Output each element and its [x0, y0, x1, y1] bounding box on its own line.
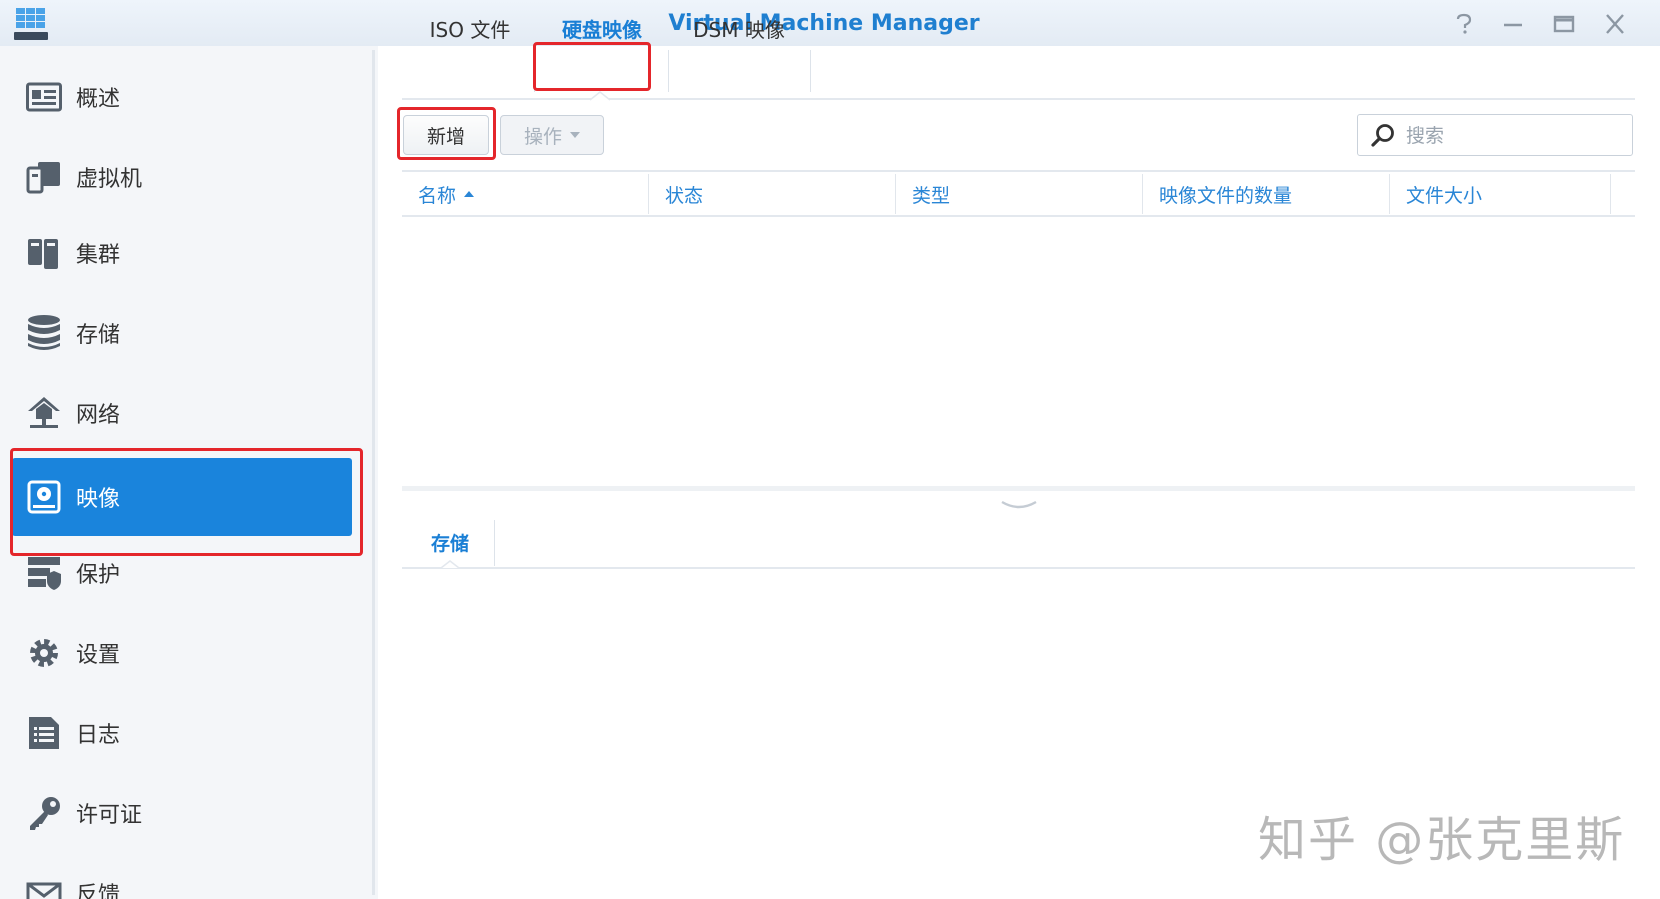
panel-splitter[interactable] [402, 486, 1635, 491]
sidebar-item-cluster[interactable]: 集群 [12, 214, 352, 292]
sidebar-item-virtual-machine[interactable]: 虚拟机 [12, 138, 352, 216]
sidebar-item-label: 日志 [76, 723, 121, 748]
tab-dsm-image[interactable]: DSM 映像 [680, 8, 798, 48]
minimize-icon[interactable] [1500, 12, 1526, 36]
virtual-machine-icon [24, 157, 64, 197]
tab-divider [668, 50, 669, 92]
tab-underline [402, 98, 1635, 100]
sidebar-item-label: 反馈 [76, 883, 121, 899]
search-icon [1371, 124, 1394, 147]
sidebar-item-label: 存储 [76, 323, 121, 348]
tab-disk-image[interactable]: 硬盘映像 [546, 8, 658, 48]
sidebar-item-image[interactable]: 映像 [12, 458, 352, 536]
sidebar-item-log[interactable]: 日志 [12, 694, 352, 772]
column-header-status[interactable]: 状态 [649, 172, 895, 216]
sort-ascending-icon [464, 191, 475, 197]
sidebar: 概述 虚拟机 集群 存储 网络 映像 保护 设置 日志 许可证 反馈 [0, 46, 373, 899]
action-dropdown-button[interactable]: 操作 [500, 115, 604, 155]
gear-icon [24, 633, 64, 673]
sidebar-item-network[interactable]: 网络 [12, 374, 352, 452]
window-title: Virtual Machine Manager [668, 11, 980, 36]
tab-divider [534, 50, 535, 92]
splitter-grip-icon[interactable] [1000, 500, 1038, 510]
sidebar-item-overview[interactable]: 概述 [12, 58, 352, 136]
column-divider [1610, 174, 1611, 214]
sidebar-item-label: 许可证 [76, 803, 143, 828]
watermark: 知乎 @张克里斯 [1258, 812, 1626, 868]
sidebar-item-label: 集群 [76, 243, 121, 268]
tab-pointer-icon [590, 91, 610, 101]
sidebar-divider [372, 50, 375, 895]
column-header-name[interactable]: 名称 [402, 172, 648, 216]
storage-icon [24, 313, 64, 353]
detail-tab-underline [402, 567, 1635, 569]
sidebar-item-label: 网络 [76, 403, 121, 428]
sidebar-item-label: 映像 [76, 487, 121, 512]
overview-icon [24, 77, 64, 117]
table-body [402, 217, 1635, 485]
sidebar-item-feedback[interactable]: 反馈 [12, 854, 352, 899]
sidebar-item-label: 虚拟机 [76, 167, 143, 192]
action-label: 操作 [523, 125, 562, 148]
image-icon [24, 477, 64, 517]
add-button[interactable]: 新增 [403, 115, 489, 155]
protection-icon [24, 553, 64, 593]
tab-pointer-icon [441, 560, 459, 569]
tab-divider [810, 50, 811, 92]
tab-storage[interactable]: 存储 [410, 522, 490, 562]
column-header-image-count[interactable]: 映像文件的数量 [1143, 172, 1389, 216]
search-input[interactable] [1404, 119, 1628, 153]
sidebar-item-label: 设置 [76, 643, 121, 668]
column-header-type[interactable]: 类型 [896, 172, 1142, 216]
mail-icon [24, 873, 64, 899]
sidebar-item-label: 概述 [76, 87, 121, 112]
search-box[interactable] [1357, 114, 1633, 156]
sidebar-item-storage[interactable]: 存储 [12, 294, 352, 372]
sidebar-item-label: 保护 [76, 563, 121, 588]
chevron-down-icon [570, 132, 580, 138]
network-icon [24, 393, 64, 433]
log-icon [24, 713, 64, 753]
tab-divider [494, 520, 495, 566]
sidebar-item-license[interactable]: 许可证 [12, 774, 352, 852]
cluster-icon [24, 233, 64, 273]
column-header-label: 名称 [418, 184, 457, 207]
key-icon [24, 793, 64, 833]
tab-iso-file[interactable]: ISO 文件 [420, 8, 520, 48]
help-icon[interactable] [1451, 12, 1477, 36]
maximize-icon[interactable] [1551, 12, 1577, 36]
table-header: 名称 状态 类型 映像文件的数量 文件大小 [402, 172, 1635, 216]
sidebar-item-settings[interactable]: 设置 [12, 614, 352, 692]
column-header-file-size[interactable]: 文件大小 [1390, 172, 1610, 216]
sidebar-item-protection[interactable]: 保护 [12, 534, 352, 612]
close-icon[interactable] [1602, 12, 1628, 36]
title-bar: Virtual Machine Manager [0, 0, 1660, 46]
